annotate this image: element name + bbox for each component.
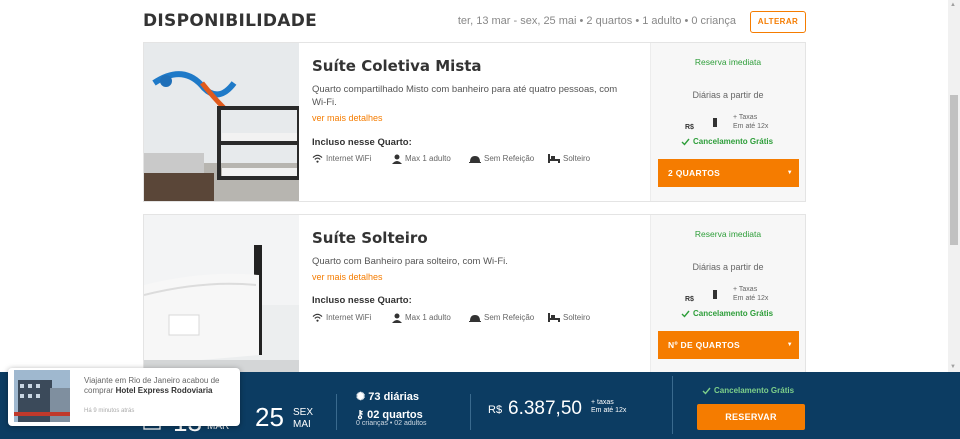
scrollbar-thumb[interactable] [950,95,958,245]
room-title: Suíte Solteiro [312,229,428,247]
amenity-max-adults: Max 1 adulto [392,313,451,323]
reserve-button[interactable]: RESERVAR [697,404,805,430]
checkout-day: 25 [255,402,284,432]
amenity-meal: Sem Refeição [469,154,534,163]
price-currency: R$ [685,296,694,303]
checkout-weekday: SEX [293,407,314,418]
sun-icon: ✺ [356,391,366,403]
notification-text: Viajante em Rio de Janeiro acabou de com… [84,376,220,395]
check-icon [702,387,711,395]
room-description: Quarto com Banheiro para solteiro, com W… [312,256,508,267]
amenities-list: Internet WiFi Max 1 adulto Sem Refeição … [312,313,642,327]
purchase-notification[interactable]: Viajante em Rio de Janeiro acabou de com… [8,368,240,426]
price-from-label: Diárias a partir de [692,262,764,272]
hotel-thumbnail [14,370,70,422]
room-info: Suíte Coletiva Mista Quarto compartilhad… [312,43,642,201]
bed-icon [548,154,560,164]
bed-icon [548,313,560,323]
total-taxes-info: + taxas Em até 12x [591,399,627,414]
room-photo[interactable] [144,215,299,373]
scroll-down-icon[interactable]: ▼ [950,364,956,370]
search-summary: ter, 13 mar - sex, 25 mai • 2 quartos • … [457,15,736,27]
check-icon [681,138,690,146]
room-title: Suíte Coletiva Mista [312,57,482,75]
price-value [713,290,717,299]
room-quantity-select[interactable]: 2 QUARTOS ▼ [658,159,799,187]
more-details-link[interactable]: ver mais detalhes [312,113,383,123]
person-icon [392,154,402,164]
divider [672,376,673,434]
alter-search-button[interactable]: ALTERAR [750,11,806,33]
price-value [713,118,717,127]
guests-count: 0 crianças • 02 adultos [356,420,427,427]
availability-header: DISPONIBILIDADE ter, 13 mar - sex, 25 ma… [143,0,806,42]
divider [336,394,337,430]
scroll-up-icon[interactable]: ▲ [950,2,956,8]
room-quantity-select[interactable]: Nº DE QUARTOS ▼ [658,331,799,359]
wifi-icon [312,155,323,164]
free-cancellation: Cancelamento Grátis [702,386,794,395]
price-from-label: Diárias a partir de [692,90,764,100]
page-scrollbar[interactable]: ▲ ▼ [948,0,960,372]
price-currency: R$ [685,124,694,131]
room-info: Suíte Solteiro Quarto com Banheiro para … [312,215,642,373]
wifi-icon [312,314,323,323]
checkout-month: MAI [293,419,311,430]
amenity-wifi: Internet WiFi [312,154,371,164]
amenity-meal: Sem Refeição [469,313,534,322]
booking-type: Reserva imediata [694,229,762,239]
notification-time: Há 9 minutos atrás [84,408,135,414]
page-title: DISPONIBILIDADE [143,11,318,31]
meal-icon [469,314,481,322]
taxes-info: + Taxas Em até 12x [733,114,769,130]
room-photo[interactable] [144,43,299,201]
free-cancellation: Cancelamento Grátis [681,137,773,146]
booking-panel: Reserva imediata Diárias a partir de R$ … [650,43,805,201]
divider [470,394,471,430]
total-price: 6.387,50 [508,398,582,419]
check-icon [681,310,690,318]
taxes-info: + Taxas Em até 12x [733,286,769,302]
room-card: Suíte Coletiva Mista Quarto compartilhad… [143,42,806,202]
person-icon [392,313,402,323]
included-heading: Incluso nesse Quarto: [312,295,412,306]
free-cancellation: Cancelamento Grátis [681,309,773,318]
total-currency: R$ [488,404,503,416]
amenities-list: Internet WiFi Max 1 adulto Sem Refeição … [312,154,642,168]
booking-panel: Reserva imediata Diárias a partir de R$ … [650,215,805,373]
amenity-wifi: Internet WiFi [312,313,371,323]
booking-type: Reserva imediata [694,57,762,67]
chevron-down-icon: ▼ [786,170,793,176]
room-card: Suíte Solteiro Quarto com Banheiro para … [143,214,806,374]
nights-count: ✺ 73 diárias [356,391,420,403]
notification-hotel-name: Hotel Express Rodoviaria [115,386,213,395]
included-heading: Incluso nesse Quarto: [312,137,412,148]
meal-icon [469,155,481,163]
amenity-max-adults: Max 1 adulto [392,154,451,164]
amenity-bed: Solteiro [548,154,590,164]
amenity-bed: Solteiro [548,313,590,323]
more-details-link[interactable]: ver mais detalhes [312,272,383,282]
chevron-down-icon: ▼ [786,342,793,348]
room-description: Quarto compartilhado Misto com banheiro … [312,84,618,108]
